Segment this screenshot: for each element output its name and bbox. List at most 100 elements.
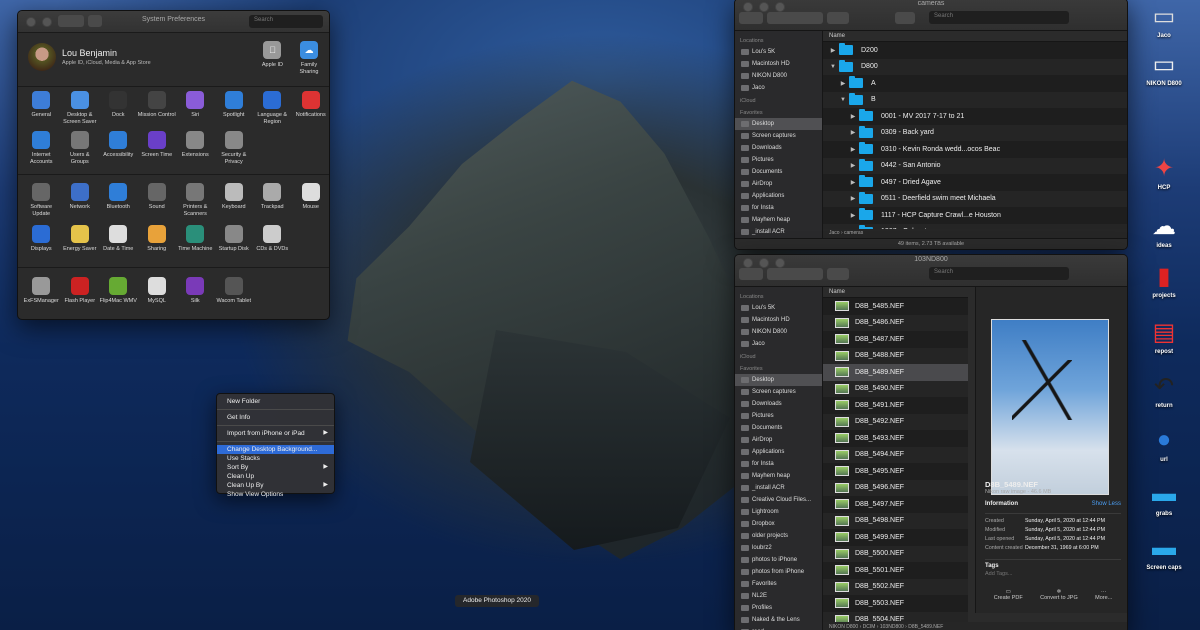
file-row[interactable]: D8B_5488.NEF (823, 347, 968, 364)
sidebar-item[interactable]: _install ACR (735, 482, 822, 494)
pref-item[interactable]: Sharing (138, 225, 177, 253)
folder-row[interactable]: ▼ D800 (823, 58, 1127, 75)
group-button[interactable] (827, 12, 849, 24)
pref-item[interactable]: Flip4Mac WMV (99, 277, 138, 305)
back-forward-buttons[interactable] (739, 12, 763, 24)
file-row[interactable]: D8B_5501.NEF (823, 562, 968, 579)
desktop-icon-url[interactable]: ● url (1136, 426, 1192, 463)
pref-item[interactable]: Wacom Tablet (215, 277, 254, 305)
pref-item[interactable]: Energy Saver (61, 225, 100, 253)
sidebar-item[interactable]: _install ACR (735, 226, 822, 238)
menu-show-view-options[interactable]: Show View Options (217, 490, 334, 499)
sidebar-item[interactable]: NL2E (735, 590, 822, 602)
file-row[interactable]: D8B_5487.NEF (823, 331, 968, 348)
create-pdf-button[interactable]: ▭ Create PDF (994, 589, 1023, 601)
pref-item[interactable]: Trackpad (253, 183, 292, 217)
sidebar-item[interactable]: loubrz2 (735, 542, 822, 554)
sidebar-item[interactable]: Lightroom (735, 506, 822, 518)
search-input[interactable]: Search (929, 267, 1069, 280)
sidebar-item[interactable]: NIKON D800 (735, 326, 822, 338)
folder-row[interactable]: ▶ 0497 - Dried Agave (823, 174, 1127, 191)
menu-clean-up-by[interactable]: Clean Up By ▶ (217, 481, 334, 490)
sidebar-item[interactable]: Mayhem heap (735, 470, 822, 482)
file-row[interactable]: D8B_5489.NEF (823, 364, 968, 381)
sidebar-item[interactable]: AirDrop (735, 178, 822, 190)
sidebar-item[interactable]: Desktop (735, 374, 822, 386)
sysprefs-titlebar[interactable]: System Preferences Search (18, 11, 329, 33)
file-row[interactable]: D8B_5495.NEF (823, 463, 968, 480)
pref-item[interactable]: Printers & Scanners (176, 183, 215, 217)
pref-item[interactable]: Date & Time (99, 225, 138, 253)
search-input[interactable]: Search (929, 11, 1069, 24)
file-row[interactable]: D8B_5499.NEF (823, 529, 968, 546)
folder-row[interactable]: ▶ 0442 - San Antonio (823, 157, 1127, 174)
sidebar-item[interactable]: Creative Cloud Files... (735, 494, 822, 506)
pref-item[interactable]: Desktop & Screen Saver (61, 91, 100, 125)
group-button[interactable] (827, 268, 849, 280)
file-row[interactable]: D8B_5486.NEF (823, 314, 968, 331)
file-row[interactable]: D8B_5497.NEF (823, 496, 968, 513)
disclosure-triangle-icon[interactable]: ▶ (827, 47, 839, 54)
menu-use-stacks[interactable]: Use Stacks (217, 454, 334, 463)
sidebar-item[interactable]: for Insta (735, 202, 822, 214)
disclosure-triangle-icon[interactable]: ▶ (837, 80, 849, 87)
folder-row[interactable]: ▶ 0310 - Kevin Ronda wedd...ocos Beac (823, 141, 1127, 158)
pref-item[interactable]: Silk (176, 277, 215, 305)
pref-item[interactable]: ExFSManager (22, 277, 61, 305)
file-row[interactable]: D8B_5496.NEF (823, 479, 968, 496)
disclosure-triangle-icon[interactable]: ▶ (847, 146, 859, 153)
pref-item[interactable]: Software Update (22, 183, 61, 217)
file-row[interactable]: D8B_5494.NEF (823, 446, 968, 463)
finder-toolbar[interactable]: 103ND800 Search (735, 255, 1127, 287)
view-mode-buttons[interactable] (767, 268, 823, 280)
sidebar-item[interactable]: Macintosh HD (735, 58, 822, 70)
folder-row[interactable]: ▼ B (823, 91, 1127, 108)
folder-row[interactable]: ▶ 0001 - MV 2017 7-17 to 21 (823, 108, 1127, 125)
sidebar-item[interactable]: AirDrop (735, 434, 822, 446)
action-button[interactable] (895, 12, 915, 24)
menu-get-info[interactable]: Get Info (217, 413, 334, 422)
sidebar-item[interactable]: Pictures (735, 410, 822, 422)
sidebar-item[interactable]: Downloads (735, 398, 822, 410)
view-mode-buttons[interactable] (767, 12, 823, 24)
finder-toolbar[interactable]: cameras Search (735, 0, 1127, 31)
pref-item[interactable]: General (22, 91, 61, 125)
pref-item[interactable]: Time Machine (176, 225, 215, 253)
desktop-icon-nikon-d800[interactable]: ▭ NIKON D800 (1136, 50, 1192, 88)
disclosure-triangle-icon[interactable]: ▼ (827, 64, 839, 70)
pref-item[interactable]: Startup Disk (215, 225, 254, 253)
sidebar-item[interactable]: Applications (735, 190, 822, 202)
pref-item[interactable]: Internet Accounts (22, 131, 61, 165)
pref-item[interactable]: Screen Time (138, 131, 177, 165)
file-row[interactable]: D8B_5490.NEF (823, 380, 968, 397)
file-row[interactable]: D8B_5500.NEF (823, 545, 968, 562)
sidebar-item[interactable]: Dropbox (735, 518, 822, 530)
sidebar-item[interactable]: Jaco (735, 338, 822, 350)
sidebar-item[interactable]: Downloads (735, 142, 822, 154)
pref-family-sharing[interactable]: ☁ Family Sharing (295, 41, 323, 75)
pref-item[interactable]: Network (61, 183, 100, 217)
pref-item[interactable]: Language & Region (253, 91, 292, 125)
disclosure-triangle-icon[interactable]: ▶ (847, 212, 859, 219)
pref-item[interactable]: CDs & DVDs (253, 225, 292, 253)
menu-new-folder[interactable]: New Folder (217, 397, 334, 406)
pref-item[interactable]: Siri (176, 91, 215, 125)
pref-item[interactable]: MySQL (138, 277, 177, 305)
file-row[interactable]: D8B_5503.NEF (823, 595, 968, 612)
pref-item[interactable]: Notifications (292, 91, 330, 125)
sidebar-item[interactable]: older projects (735, 530, 822, 542)
sidebar-item[interactable]: Macintosh HD (735, 314, 822, 326)
sidebar-item[interactable]: NIKON D800 (735, 70, 822, 82)
pref-item[interactable]: Mouse (292, 183, 330, 217)
menu-sort-by[interactable]: Sort By ▶ (217, 463, 334, 472)
user-account[interactable]: Lou Benjamin Apple ID, iCloud, Media & A… (28, 43, 151, 71)
sidebar-item[interactable]: Lou's 5K (735, 302, 822, 314)
pref-item[interactable]: Users & Groups (61, 131, 100, 165)
disclosure-triangle-icon[interactable]: ▶ (847, 179, 859, 186)
pref-item[interactable]: Mission Control (138, 91, 177, 125)
pref-item[interactable]: Displays (22, 225, 61, 253)
sidebar-item[interactable]: photos to iPhone (735, 554, 822, 566)
desktop-icon-grabs[interactable]: ▬ grabs (1136, 480, 1192, 517)
back-forward-buttons[interactable] (739, 268, 763, 280)
file-row[interactable]: D8B_5491.NEF (823, 397, 968, 414)
